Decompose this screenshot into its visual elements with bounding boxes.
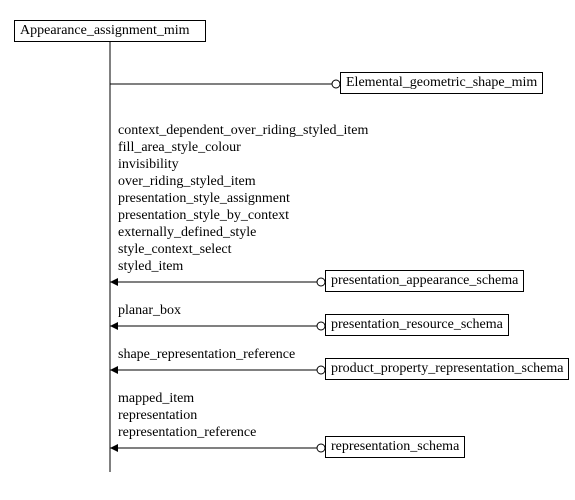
relation-label: presentation_style_by_context	[118, 207, 289, 224]
relation-label: shape_representation_reference	[118, 346, 295, 363]
root-box: Appearance_assignment_mim	[14, 20, 206, 42]
target-box-elemental-geometric-shape-mim: Elemental_geometric_shape_mim	[340, 72, 543, 94]
target-label: representation_schema	[331, 439, 459, 454]
relation-label: representation_reference	[118, 424, 256, 441]
relation-label: planar_box	[118, 302, 181, 319]
target-box-presentation-appearance-schema: presentation_appearance_schema	[325, 270, 524, 292]
target-label: Elemental_geometric_shape_mim	[346, 75, 537, 90]
relation-label: representation	[118, 407, 197, 424]
target-box-presentation-resource-schema: presentation_resource_schema	[325, 314, 509, 336]
relation-label: styled_item	[118, 258, 183, 275]
relation-label: over_riding_styled_item	[118, 173, 256, 190]
relation-label: invisibility	[118, 156, 179, 173]
relation-label: fill_area_style_colour	[118, 139, 241, 156]
relation-label: mapped_item	[118, 390, 194, 407]
root-label: Appearance_assignment_mim	[20, 23, 190, 38]
target-box-representation-schema: representation_schema	[325, 436, 465, 458]
relation-label: externally_defined_style	[118, 224, 256, 241]
target-label: product_property_representation_schema	[331, 361, 563, 376]
target-label: presentation_resource_schema	[331, 317, 503, 332]
target-label: presentation_appearance_schema	[331, 273, 518, 288]
relation-label: context_dependent_over_riding_styled_ite…	[118, 122, 368, 139]
relation-label: presentation_style_assignment	[118, 190, 290, 207]
target-box-product-property-representation-schema: product_property_representation_schema	[325, 358, 569, 380]
relation-label: style_context_select	[118, 241, 232, 258]
